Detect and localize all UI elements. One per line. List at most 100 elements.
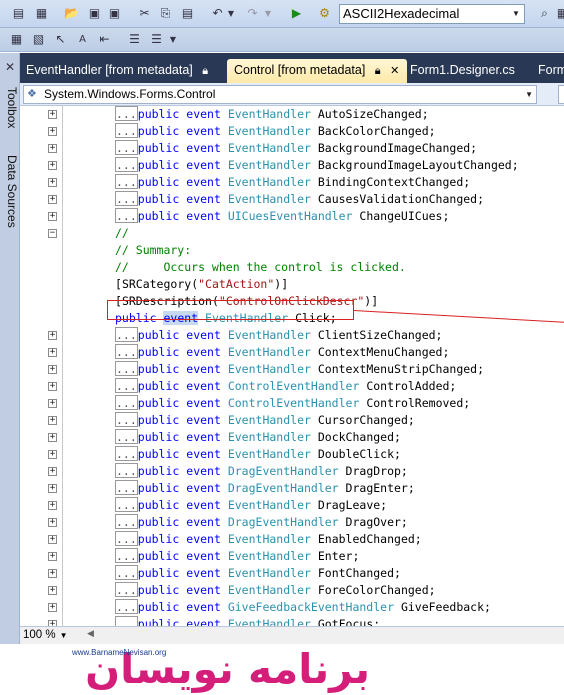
expand-outline-icon[interactable]: + bbox=[48, 535, 57, 544]
keyword: public bbox=[137, 396, 180, 410]
configuration-manager-icon[interactable]: ⚙ bbox=[316, 5, 333, 22]
solution-explorer-icon[interactable]: ▦ bbox=[554, 5, 564, 22]
expand-outline-icon[interactable]: + bbox=[48, 161, 57, 170]
keyword: public bbox=[137, 600, 180, 614]
code-text: ...public event EventHandler CursorChang… bbox=[115, 412, 415, 429]
code-line: + ...public event ControlEventHandler Con… bbox=[20, 378, 564, 395]
keyword: event bbox=[186, 498, 221, 512]
code-text: ...public event DragEventHandler DragDro… bbox=[115, 463, 408, 480]
expand-outline-icon[interactable]: + bbox=[48, 552, 57, 561]
code-line: + ...public event EventHandler DoubleClic… bbox=[20, 446, 564, 463]
collapsed-region-marker: ... bbox=[115, 344, 138, 359]
save-icon[interactable]: ▣ bbox=[86, 5, 103, 22]
undo-dropdown-icon[interactable]: ▼ bbox=[226, 5, 236, 22]
code-text: ...public event EventHandler BindingCont… bbox=[115, 174, 470, 191]
start-debugging-icon[interactable]: ▶ bbox=[288, 5, 305, 22]
type-name: EventHandler bbox=[227, 532, 311, 546]
expand-outline-icon[interactable]: + bbox=[48, 365, 57, 374]
type-name: EventHandler bbox=[227, 566, 311, 580]
collapse-outline-icon[interactable]: − bbox=[48, 229, 57, 238]
code-line: + ...public event GiveFeedbackEventHandle… bbox=[20, 599, 564, 616]
keyword: public bbox=[137, 379, 180, 393]
keyword: public bbox=[137, 209, 180, 223]
scroll-left-icon[interactable]: ◀ bbox=[87, 629, 94, 639]
solution-configuration-combo[interactable]: ASCII2Hexadecimal ▼ bbox=[339, 4, 525, 24]
expand-outline-icon[interactable]: + bbox=[48, 518, 57, 527]
code-text: // bbox=[115, 225, 129, 242]
keyword: event bbox=[186, 481, 221, 495]
object-browser-icon[interactable]: ▦ bbox=[8, 31, 25, 48]
lock-icon: 🔒︎ bbox=[202, 65, 209, 77]
open-file-icon[interactable]: 📂 bbox=[63, 5, 80, 22]
type-dropdown[interactable]: ❖ System.Windows.Forms.Control ▼ bbox=[23, 85, 537, 104]
add-item-icon[interactable]: ▦ bbox=[33, 5, 50, 22]
keyword: public bbox=[137, 515, 180, 529]
paste-icon[interactable]: ▤ bbox=[179, 5, 196, 22]
expand-outline-icon[interactable]: + bbox=[48, 603, 57, 612]
close-icon[interactable]: ✕ bbox=[390, 60, 399, 82]
expand-outline-icon[interactable]: + bbox=[48, 331, 57, 340]
code-editor[interactable]: + ...public event EventHandler AutoSizeCh… bbox=[20, 106, 564, 626]
expand-outline-icon[interactable]: + bbox=[48, 348, 57, 357]
zoom-value: 100 % bbox=[23, 629, 56, 641]
class-view-icon[interactable]: ▧ bbox=[30, 31, 47, 48]
display-word-completion-icon[interactable]: A bbox=[74, 31, 91, 48]
collapsed-region-marker: ... bbox=[115, 208, 138, 223]
save-all-icon[interactable]: ▣ bbox=[106, 5, 123, 22]
event-name: GiveFeedback; bbox=[400, 600, 491, 614]
redo-dropdown-icon[interactable]: ▼ bbox=[263, 5, 273, 22]
undo-icon[interactable]: ↶ bbox=[209, 5, 226, 22]
expand-outline-icon[interactable]: + bbox=[48, 433, 57, 442]
uncomment-lines-icon[interactable]: ☰ bbox=[148, 31, 165, 48]
comment: // bbox=[115, 226, 129, 240]
expand-outline-icon[interactable]: + bbox=[48, 144, 57, 153]
zoom-combo[interactable]: 100 % ▼ bbox=[23, 628, 83, 643]
expand-outline-icon[interactable]: + bbox=[48, 484, 57, 493]
tab-form1-designer[interactable]: Form1.Designer.cs bbox=[410, 59, 522, 83]
type-name: DragEventHandler bbox=[227, 464, 339, 478]
type-name: EventHandler bbox=[227, 430, 311, 444]
expand-outline-icon[interactable]: + bbox=[48, 212, 57, 221]
tab-eventhandler-metadata[interactable]: EventHandler [from metadata] 🔒︎ bbox=[26, 59, 226, 83]
type-name: EventHandler bbox=[227, 549, 311, 563]
toolbar-options-icon[interactable]: ▼ bbox=[168, 31, 178, 48]
redo-icon[interactable]: ↷ bbox=[244, 5, 261, 22]
expand-outline-icon[interactable]: + bbox=[48, 195, 57, 204]
expand-outline-icon[interactable]: + bbox=[48, 467, 57, 476]
type-name: EventHandler bbox=[227, 617, 311, 626]
comment-lines-icon[interactable]: ☰ bbox=[126, 31, 143, 48]
watermark-banner: برنامه نویسان www.BarnameNevisan.org bbox=[0, 644, 564, 695]
expand-outline-icon[interactable]: + bbox=[48, 382, 57, 391]
expand-outline-icon[interactable]: + bbox=[48, 450, 57, 459]
toolbox-tab[interactable]: Toolbox bbox=[1, 77, 19, 139]
decrease-indent-icon[interactable]: ⇤ bbox=[96, 31, 113, 48]
expand-outline-icon[interactable]: + bbox=[48, 399, 57, 408]
expand-outline-icon[interactable]: + bbox=[48, 127, 57, 136]
member-dropdown[interactable]: ⚡ C bbox=[558, 85, 564, 104]
code-line: + ...public event EventHandler DragLeave; bbox=[20, 497, 564, 514]
expand-outline-icon[interactable]: + bbox=[48, 110, 57, 119]
expand-outline-icon[interactable]: + bbox=[48, 501, 57, 510]
cut-icon[interactable]: ✂ bbox=[136, 5, 153, 22]
event-name: BindingContextChanged; bbox=[317, 175, 471, 189]
expand-outline-icon[interactable]: + bbox=[48, 178, 57, 187]
expand-outline-icon[interactable]: + bbox=[48, 586, 57, 595]
collapsed-region-marker: ... bbox=[115, 361, 138, 376]
quick-info-icon[interactable]: ↖ bbox=[52, 31, 69, 48]
code-text: ...public event DragEventHandler DragOve… bbox=[115, 514, 408, 531]
tab-form[interactable]: Form bbox=[538, 59, 564, 83]
solution-configuration-value: ASCII2Hexadecimal bbox=[343, 6, 460, 21]
new-project-icon[interactable]: ▤ bbox=[10, 5, 27, 22]
tab-control-metadata[interactable]: Control [from metadata] 🔒︎ ✕ bbox=[227, 59, 407, 83]
event-name: FontChanged; bbox=[317, 566, 401, 580]
data-sources-tab[interactable]: Data Sources bbox=[1, 151, 19, 231]
copy-icon[interactable]: ⎘ bbox=[157, 5, 174, 22]
code-text: [SRCategory("CatAction")] bbox=[115, 277, 289, 291]
code-line: + ...public event EventHandler FontChange… bbox=[20, 565, 564, 582]
expand-outline-icon[interactable]: + bbox=[48, 569, 57, 578]
expand-outline-icon[interactable]: + bbox=[48, 416, 57, 425]
type-name: EventHandler bbox=[227, 498, 311, 512]
find-in-files-icon[interactable]: ⌕ bbox=[536, 5, 553, 22]
type-name: EventHandler bbox=[227, 328, 311, 342]
document-tab-strip: EventHandler [from metadata] 🔒︎ Control … bbox=[20, 53, 564, 83]
